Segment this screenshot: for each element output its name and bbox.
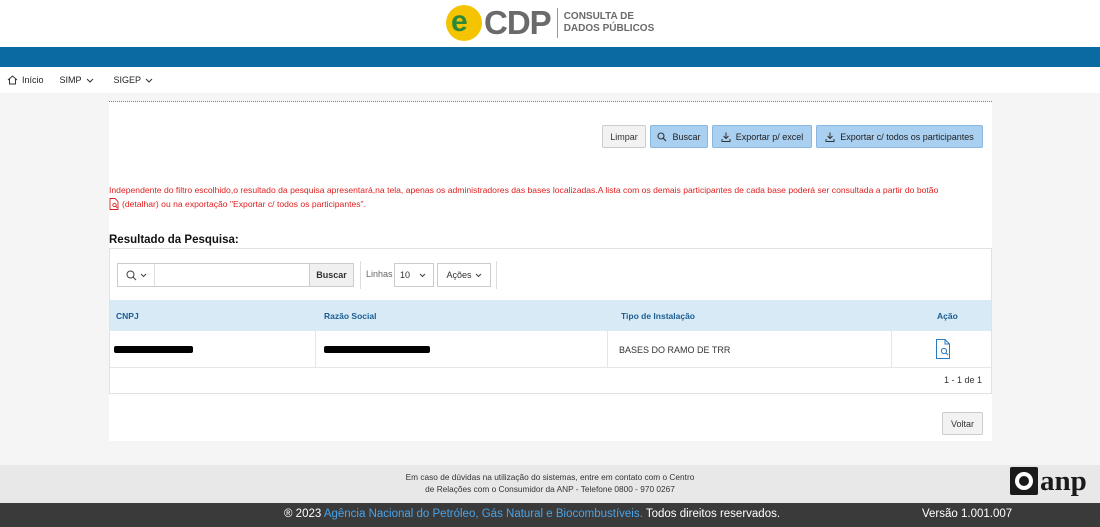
rows-per-page-value: 10 xyxy=(400,270,411,280)
rows-label: Linhas xyxy=(366,269,393,279)
footer-line1: Em caso de dúvidas na utilização do sist… xyxy=(405,472,695,482)
voltar-label: Voltar xyxy=(950,418,974,429)
redacted-cnpj xyxy=(114,346,193,353)
limpar-button[interactable]: Limpar xyxy=(602,125,646,148)
brand-bar xyxy=(0,47,1100,67)
nav-sigep-label: SIGEP xyxy=(113,75,142,85)
footer: Em caso de dúvidas na utilização do sist… xyxy=(0,465,1100,503)
table-row: BASES DO RAMO DE TRR xyxy=(110,331,991,368)
cell-divider xyxy=(607,331,608,368)
footer-contact: Em caso de dúvidas na utilização do sist… xyxy=(0,471,1100,495)
logo-subtitle: CONSULTA DE DADOS PÚBLICOS xyxy=(564,11,655,35)
toolbar-separator xyxy=(496,261,497,289)
cell-divider xyxy=(891,331,892,368)
export-all-button[interactable]: Exportar c/ todos os participantes xyxy=(816,125,983,148)
logo-subtitle-line2: DADOS PÚBLICOS xyxy=(563,23,655,34)
column-header-tipo-instalacao[interactable]: Tipo de Instalação xyxy=(621,311,695,321)
limpar-label: Limpar xyxy=(610,131,638,142)
copyright-rights: Todos direitos reservados. xyxy=(645,508,781,520)
actions-menu-label: Ações xyxy=(446,270,472,280)
search-icon xyxy=(657,131,667,141)
nav-home-label: Início xyxy=(22,75,44,85)
grid-search-button[interactable]: Buscar xyxy=(309,263,354,287)
export-excel-label: Exportar p/ excel xyxy=(735,131,804,142)
header: e CDP CONSULTA DE DADOS PÚBLICOS xyxy=(0,0,1100,47)
anp-logo-text: anp xyxy=(1040,465,1087,497)
table-header: CNPJ Razão Social Tipo de Instalação Açã… xyxy=(110,300,991,331)
search-column-selector[interactable] xyxy=(118,264,155,286)
anp-logo-circle-inner xyxy=(1019,476,1029,486)
chevron-down-icon xyxy=(86,78,93,83)
warning-message: Independente do filtro escolhido,o resul… xyxy=(109,183,992,211)
grid-toolbar: Buscar Linhas 10 Ações xyxy=(110,249,991,299)
copyright-bar: ® 2023 Agência Nacional do Petróleo, Gás… xyxy=(0,503,1100,527)
chevron-down-icon xyxy=(419,273,426,277)
grid-search-button-label: Buscar xyxy=(316,270,347,280)
download-icon xyxy=(825,132,835,142)
export-excel-button[interactable]: Exportar p/ excel xyxy=(712,125,812,148)
copyright-prefix: ® 2023 xyxy=(284,508,322,520)
rows-per-page-select[interactable]: 10 xyxy=(394,263,434,287)
anp-logo[interactable]: anp xyxy=(1010,465,1087,497)
agency-link[interactable]: Agência Nacional do Petróleo, Gás Natura… xyxy=(324,508,643,520)
logo-badge: e xyxy=(446,5,482,41)
chevron-down-icon xyxy=(475,273,481,277)
logo-divider xyxy=(556,8,558,38)
chevron-down-icon xyxy=(140,273,146,277)
copyright: ® 2023 Agência Nacional do Petróleo, Gás… xyxy=(284,508,780,520)
column-header-cnpj[interactable]: CNPJ xyxy=(116,311,139,321)
results-grid: Buscar Linhas 10 Ações CNPJ Razão Social… xyxy=(109,248,992,394)
warning-line1: Independente do filtro escolhido,o resul… xyxy=(109,185,939,195)
version-label: Versão 1.001.007 xyxy=(922,508,1013,520)
nav-sigep[interactable]: SIGEP xyxy=(114,75,158,85)
document-search-icon xyxy=(109,198,119,210)
cdp-logo[interactable]: e CDP CONSULTA DE DADOS PÚBLICOS xyxy=(446,4,654,42)
buscar-button[interactable]: Buscar xyxy=(650,125,708,148)
redacted-razao-social xyxy=(324,346,430,353)
download-icon xyxy=(721,132,731,142)
divider xyxy=(109,101,992,102)
home-icon xyxy=(7,75,18,85)
voltar-button[interactable]: Voltar xyxy=(942,412,983,435)
toolbar-separator xyxy=(360,261,361,289)
cell-divider xyxy=(315,331,316,368)
pagination-info: 1 - 1 de 1 xyxy=(943,375,982,385)
document-search-icon[interactable] xyxy=(935,339,951,359)
logo-subtitle-line1: CONSULTA DE xyxy=(563,11,635,22)
results-title: Resultado da Pesquisa: xyxy=(109,234,239,246)
cell-tipo-instalacao: BASES DO RAMO DE TRR xyxy=(619,345,731,355)
footer-line2: de Relações com o Consumidor da ANP - Te… xyxy=(425,484,675,494)
nav-home[interactable]: Início xyxy=(7,75,44,85)
actions-menu-button[interactable]: Ações xyxy=(437,263,491,287)
chevron-down-icon xyxy=(145,78,153,83)
logo-letter: e xyxy=(451,5,468,38)
export-all-label: Exportar c/ todos os participantes xyxy=(840,131,974,142)
warning-line2: (detalhar) ou na exportação "Exportar c/… xyxy=(122,199,366,209)
anp-logo-mark xyxy=(1010,467,1038,495)
logo-text: CDP xyxy=(484,4,552,41)
nav-simp[interactable]: SIMP xyxy=(60,75,98,85)
buscar-label: Buscar xyxy=(672,131,701,142)
nav-simp-label: SIMP xyxy=(59,75,82,85)
column-header-razao-social[interactable]: Razão Social xyxy=(324,311,376,321)
search-icon xyxy=(126,270,136,280)
warning-line2-wrap: (detalhar) ou na exportação "Exportar c/… xyxy=(109,197,992,211)
main-nav: Início SIMP SIGEP xyxy=(0,67,1100,93)
main-panel: Limpar Buscar Exportar p/ excel Exportar… xyxy=(109,101,992,441)
column-header-acao: Ação xyxy=(937,310,958,321)
